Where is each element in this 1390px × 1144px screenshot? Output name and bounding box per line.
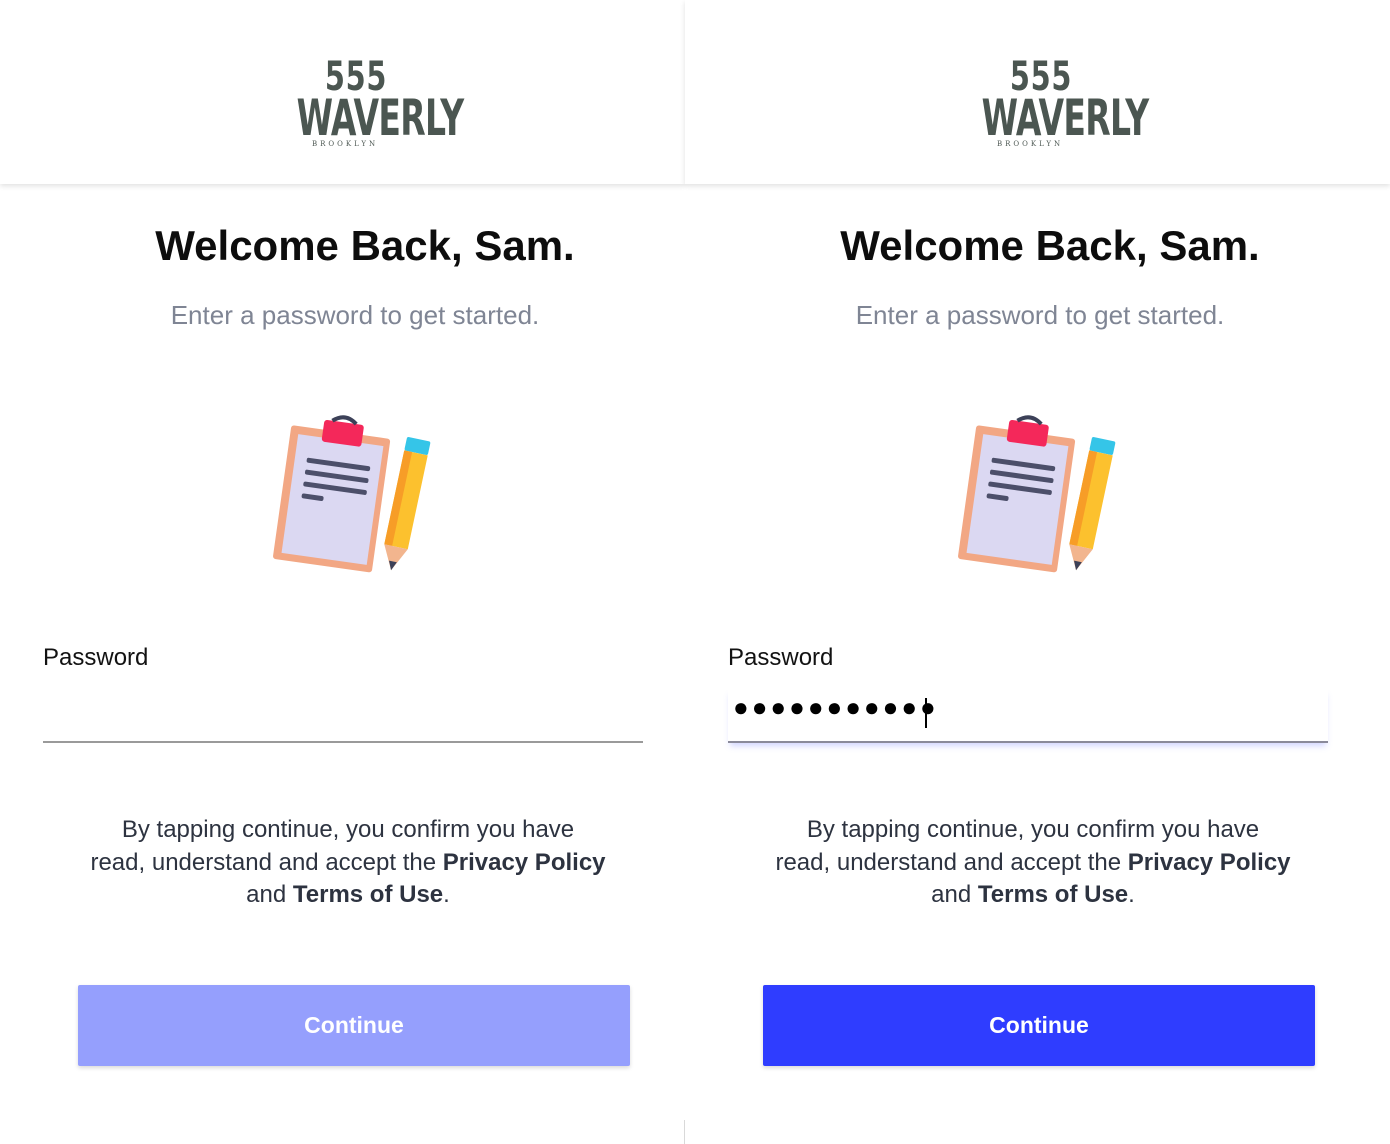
brand-logo: 555 WAVERLY BROOKLYN bbox=[296, 54, 465, 148]
continue-button[interactable]: Continue bbox=[78, 985, 630, 1066]
password-label: Password bbox=[43, 644, 149, 671]
legal-notice: By tapping continue, you confirm you hav… bbox=[775, 816, 1291, 908]
screen-empty-state: 555 WAVERLY BROOKLYN Welcome Back, Sam. … bbox=[0, 0, 685, 1144]
password-masked-value: ●●●●●●●●●●● bbox=[733, 692, 939, 722]
privacy-policy-link[interactable]: Privacy Policy bbox=[443, 849, 606, 876]
brand-logo: 555 WAVERLY BROOKLYN bbox=[981, 54, 1150, 148]
clipboard-pencil-icon bbox=[947, 410, 1117, 580]
privacy-policy-link[interactable]: Privacy Policy bbox=[1128, 849, 1291, 876]
terms-of-use-link[interactable]: Terms of Use bbox=[978, 881, 1128, 908]
terms-of-use-link[interactable]: Terms of Use bbox=[293, 881, 443, 908]
password-label: Password bbox=[728, 644, 834, 671]
page-subtitle: Enter a password to get started. bbox=[170, 300, 540, 330]
page-title: Welcome Back, Sam. bbox=[840, 222, 1260, 269]
continue-button[interactable]: Continue bbox=[763, 985, 1315, 1066]
text-caret bbox=[925, 698, 927, 728]
legal-notice: By tapping continue, you confirm you hav… bbox=[90, 816, 606, 908]
password-input[interactable] bbox=[43, 688, 643, 743]
screen-filled-state: 555 WAVERLY BROOKLYN Welcome Back, Sam. … bbox=[685, 0, 1390, 1144]
clipboard-pencil-icon bbox=[262, 410, 432, 580]
page-subtitle: Enter a password to get started. bbox=[855, 300, 1225, 330]
page-title: Welcome Back, Sam. bbox=[155, 222, 575, 269]
